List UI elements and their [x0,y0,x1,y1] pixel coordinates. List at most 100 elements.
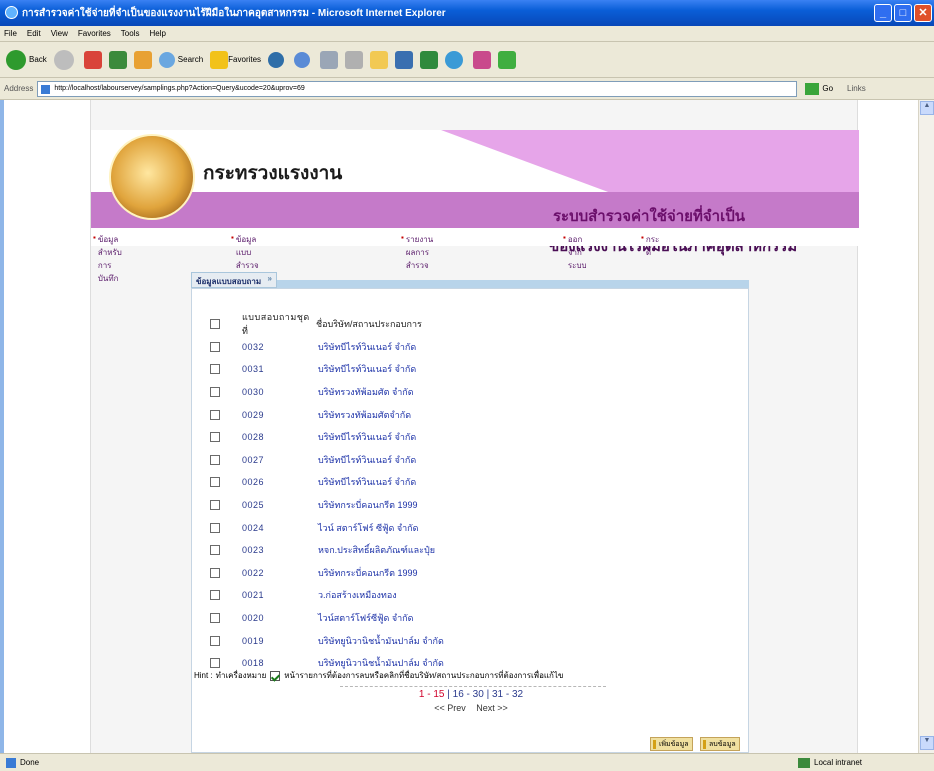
row-code[interactable]: 0031 [242,364,318,374]
nav-item-report[interactable]: ▪ รายงานผลการสำรวจ [401,233,433,270]
row-checkbox[interactable] [210,387,220,398]
home-button[interactable] [133,50,152,69]
menu-tools[interactable]: Tools [121,29,140,38]
print-button[interactable] [345,50,364,69]
go-button[interactable]: Go [805,82,833,95]
row-checkbox[interactable] [210,635,220,646]
row-code[interactable]: 0025 [242,500,318,510]
row-company-link[interactable]: บริษัทบีไรท์วินเนอร์ จำกัด [318,340,416,354]
history-button[interactable] [294,51,313,68]
nav-item-board[interactable]: ▪ กระดี้ [641,233,659,257]
media-icon [268,51,285,68]
browser-toolbar: Back Search Favorites [0,42,934,78]
row-checkbox[interactable] [210,613,220,624]
menu-help[interactable]: Help [149,29,165,38]
row-code[interactable]: 0024 [242,523,318,533]
row-code[interactable]: 0032 [242,342,318,352]
row-company-link[interactable]: บริษัทบีไรท์วินเนอร์ จำกัด [318,430,416,444]
menu-file[interactable]: File [4,29,17,38]
row-checkbox[interactable] [210,658,220,669]
nav-item-entry[interactable]: ▪ ข้อมูลสำหรับการบันทึก [93,233,122,283]
favorites-button[interactable]: Favorites [210,50,261,69]
messenger-icon [420,50,439,69]
people-icon [498,50,517,69]
minimize-button[interactable]: _ [874,4,892,22]
messenger-button[interactable] [420,50,439,69]
hint-prefix: ทำเครื่องหมาย [215,671,267,680]
history-icon [294,51,311,68]
select-all-checkbox[interactable] [210,319,220,330]
back-button[interactable]: Back [6,49,47,70]
row-company-link[interactable]: ไวน์ สตาร์โฟร์ ซีฟู้ด จำกัด [318,521,418,535]
prev-link[interactable]: << Prev [434,703,466,713]
row-code[interactable]: 0026 [242,477,318,487]
stop-button[interactable] [83,50,102,69]
row-code[interactable]: 0030 [242,387,318,397]
row-checkbox[interactable] [210,522,220,533]
paint-button[interactable] [473,50,492,69]
row-checkbox[interactable] [210,477,220,488]
row-company-link[interactable]: บริษัทยูนิวานิชน้ำมันปาล์ม จำกัด [318,634,444,648]
row-checkbox[interactable] [210,545,220,556]
row-company-link[interactable]: ไวน์สตาร์โฟร์ซีฟู้ด จำกัด [318,611,413,625]
list-item: 0022 บริษัทกระบี่คอนกรีต 1999 [210,562,730,585]
row-code[interactable]: 0028 [242,432,318,442]
row-company-link[interactable]: หจก.ประสิทธิ์ผลิตภัณฑ์และปุ๋ย [318,543,435,557]
menu-edit[interactable]: Edit [27,29,41,38]
next-link[interactable]: Next >> [476,703,508,713]
pagination: 1 - 15 | 16 - 30 | 31 - 32 [192,689,750,700]
go-arrow-icon [805,82,820,95]
media-button[interactable] [268,51,287,68]
row-company-link[interactable]: ว.ก่อสร้างเหมืองทอง [318,588,397,602]
menu-favorites[interactable]: Favorites [78,29,111,38]
folder-button[interactable] [370,50,389,69]
globe-button[interactable] [445,50,466,69]
close-button[interactable]: ✕ [914,4,932,22]
scroll-down-icon[interactable]: ▼ [920,736,934,750]
forward-button[interactable] [53,49,77,70]
row-code[interactable]: 0021 [242,590,318,600]
row-code[interactable]: 0027 [242,455,318,465]
nav-item-logout[interactable]: ▪ ออกจากระบบ [563,233,587,270]
list-item: 0026 บริษัทบีไรท์วินเนอร์ จำกัด [210,471,730,494]
row-code[interactable]: 0022 [242,568,318,578]
row-code[interactable]: 0023 [242,545,318,555]
row-company-link[interactable]: บริษัทรวงทัพ้อมศัตจำกัด [318,408,411,422]
row-checkbox[interactable] [210,567,220,578]
row-company-link[interactable]: บริษัทกระบี่คอนกรีต 1999 [318,498,417,512]
address-input[interactable]: http://localhost/labourservey/samplings.… [37,80,798,97]
row-checkbox[interactable] [210,500,220,511]
nav-item-survey[interactable]: ▪ ข้อมูลแบบสำรวจ [231,233,259,270]
menu-view[interactable]: View [51,29,68,38]
links-button[interactable]: Links [847,84,866,93]
globe-icon [445,50,464,69]
row-checkbox[interactable] [210,409,220,420]
row-code[interactable]: 0018 [242,658,318,668]
scroll-up-icon[interactable]: ▲ [920,101,934,115]
panel-tab[interactable]: ข้อมูลแบบสอบถาม » [191,272,277,288]
row-code[interactable]: 0020 [242,613,318,623]
page-links[interactable]: | 16 - 30 | 31 - 32 [447,689,523,700]
row-company-link[interactable]: บริษัทรวงทัพ้อมศัต จำกัด [318,385,414,399]
row-company-link[interactable]: บริษัทบีไรท์วินเนอร์ จำกัด [318,362,416,376]
people-button[interactable] [498,50,517,69]
maximize-button[interactable]: □ [894,4,912,22]
row-checkbox[interactable] [210,454,220,465]
add-button[interactable]: เพิ่มข้อมูล [650,737,693,751]
delete-button[interactable]: ลบข้อมูล [700,737,740,751]
row-checkbox[interactable] [210,432,220,443]
row-checkbox[interactable] [210,590,220,601]
research-button[interactable] [395,50,414,69]
row-code[interactable]: 0019 [242,636,318,646]
row-code[interactable]: 0029 [242,410,318,420]
row-company-link[interactable]: บริษัทบีไรท์วินเนอร์ จำกัด [318,453,416,467]
row-company-link[interactable]: บริษัทบีไรท์วินเนอร์ จำกัด [318,475,416,489]
mail-button[interactable] [320,50,339,69]
refresh-icon [108,50,127,69]
row-checkbox[interactable] [210,364,220,375]
row-company-link[interactable]: บริษัทกระบี่คอนกรีต 1999 [318,566,417,580]
vertical-scrollbar[interactable]: ▲ ▼ [918,100,934,753]
row-checkbox[interactable] [210,341,220,352]
search-button[interactable]: Search [158,51,203,68]
refresh-button[interactable] [108,50,127,69]
